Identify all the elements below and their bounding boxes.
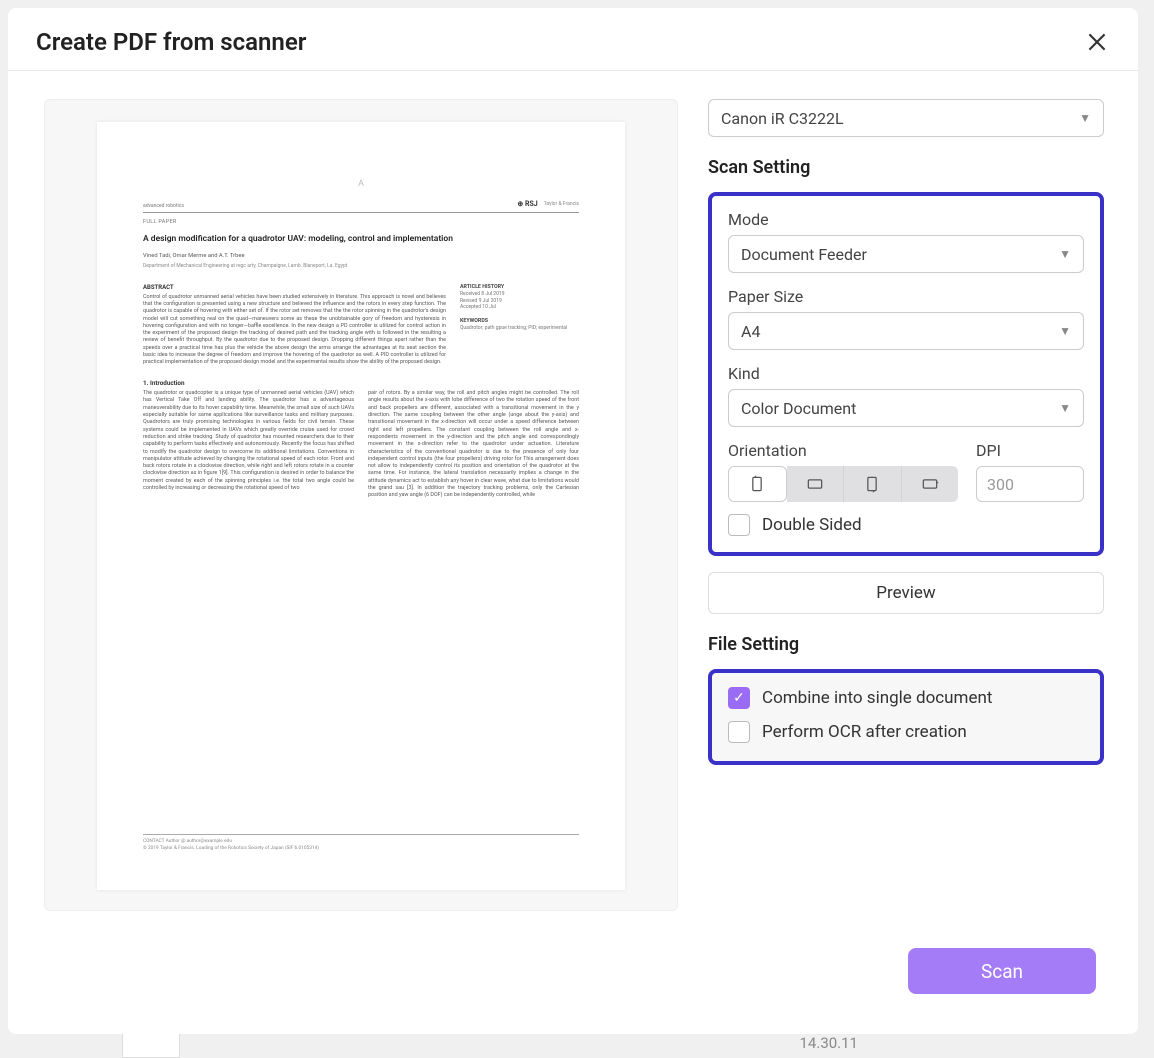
orientation-portrait-flip[interactable] — [844, 466, 902, 502]
preview-button[interactable]: Preview — [708, 572, 1104, 614]
landscape-flip-icon — [920, 474, 940, 494]
dialog-body: A advanced robotics ⊕ RSJ Taylor & Franc… — [8, 71, 1138, 1034]
doc-publisher-badge: ⊕ RSJ Taylor & Francis — [517, 200, 579, 209]
kind-select-value: Color Document — [741, 399, 856, 418]
doc-abstract-head: ABSTRACT — [143, 284, 446, 292]
orientation-landscape[interactable] — [787, 466, 845, 502]
double-sided-checkbox[interactable] — [728, 514, 750, 536]
kind-select[interactable]: Color Document ▼ — [728, 389, 1084, 427]
paper-label: Paper Size — [728, 287, 1084, 306]
chevron-down-icon: ▼ — [1079, 111, 1091, 125]
doc-history-body: Received 8 Jul 2019Revised 9 Jul 2019Acc… — [460, 291, 567, 331]
preview-button-label: Preview — [876, 583, 935, 603]
landscape-icon — [805, 474, 825, 494]
orientation-label: Orientation — [728, 441, 958, 460]
background-time: 14.30.11 — [800, 1034, 859, 1052]
dpi-value: 300 — [987, 475, 1014, 494]
close-icon — [1084, 29, 1110, 55]
double-sided-label: Double Sided — [762, 515, 862, 535]
orientation-toggle — [728, 466, 958, 502]
doc-col-right: pair of rotors. By a similar way, the ro… — [368, 390, 579, 499]
document-preview: A advanced robotics ⊕ RSJ Taylor & Franc… — [97, 122, 625, 890]
close-button[interactable] — [1084, 29, 1110, 55]
dialog-header: Create PDF from scanner — [8, 8, 1138, 71]
doc-affiliation: Department of Mechanical Engineering at … — [143, 263, 579, 270]
preview-pane: A advanced robotics ⊕ RSJ Taylor & Franc… — [44, 99, 678, 911]
scanner-dialog: Create PDF from scanner A advanced robot… — [8, 8, 1138, 1034]
doc-abstract-body: Control of quadrotor unmanned aerial veh… — [143, 294, 446, 367]
doc-journal-small: advanced robotics — [143, 203, 184, 210]
scan-setting-panel: Mode Document Feeder ▼ Paper Size A4 ▼ K… — [708, 192, 1104, 556]
chevron-down-icon: ▼ — [1059, 401, 1071, 415]
scan-setting-title: Scan Setting — [708, 157, 1104, 178]
combine-label: Combine into single document — [762, 688, 992, 708]
dpi-input[interactable]: 300 — [976, 466, 1084, 502]
portrait-flip-icon — [862, 474, 882, 494]
orientation-landscape-flip[interactable] — [902, 466, 959, 502]
ocr-label: Perform OCR after creation — [762, 722, 967, 742]
settings-pane: Canon iR C3222L ▼ Scan Setting Mode Docu… — [708, 99, 1110, 1034]
doc-title: A design modification for a quadrotor UA… — [143, 234, 579, 245]
orientation-portrait[interactable] — [728, 466, 787, 502]
doc-footer: CONTACT Author @ author@example.edu © 20… — [143, 834, 579, 852]
scanner-select[interactable]: Canon iR C3222L ▼ — [708, 99, 1104, 137]
paper-size-value: A4 — [741, 322, 760, 341]
doc-authors: Vined Tadi, Omar Merme and A.T. Trbee — [143, 253, 579, 261]
mode-label: Mode — [728, 210, 1084, 229]
portrait-icon — [747, 474, 767, 494]
chevron-down-icon: ▼ — [1059, 247, 1071, 261]
doc-history-head: ARTICLE HISTORY — [460, 284, 504, 290]
kind-label: Kind — [728, 364, 1084, 383]
mode-select[interactable]: Document Feeder ▼ — [728, 235, 1084, 273]
chevron-down-icon: ▼ — [1059, 324, 1071, 338]
scan-button[interactable]: Scan — [908, 948, 1096, 994]
combine-checkbox[interactable]: ✓ — [728, 687, 750, 709]
ocr-checkbox[interactable] — [728, 721, 750, 743]
dpi-label: DPI — [976, 441, 1084, 460]
doc-section-head: 1. Introduction — [143, 379, 579, 388]
file-setting-panel: ✓ Combine into single document Perform O… — [708, 669, 1104, 765]
scan-button-label: Scan — [981, 960, 1023, 983]
paper-size-select[interactable]: A4 ▼ — [728, 312, 1084, 350]
doc-page-marker: A — [143, 178, 579, 190]
scanner-select-value: Canon iR C3222L — [721, 109, 844, 128]
doc-col-left: The quadrotor or quadcopter is a unique … — [143, 390, 354, 499]
dialog-title: Create PDF from scanner — [36, 28, 306, 56]
file-setting-title: File Setting — [708, 634, 1104, 655]
doc-fullpaper-label: FULL PAPER — [143, 219, 579, 226]
mode-select-value: Document Feeder — [741, 245, 867, 264]
